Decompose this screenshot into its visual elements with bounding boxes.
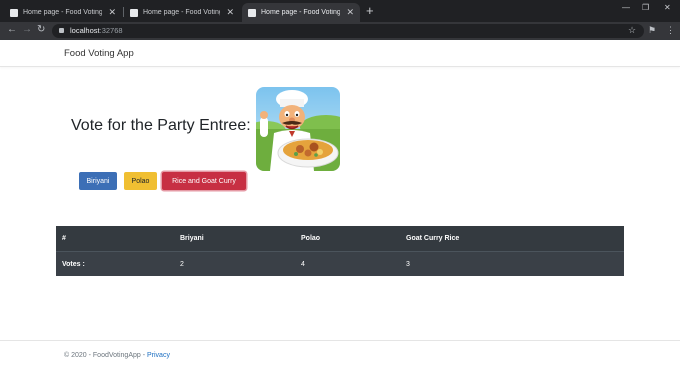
chef-biryani-image bbox=[256, 87, 340, 171]
address-bar[interactable]: localhost:32768 bbox=[52, 24, 644, 38]
table-row: Votes : 2 4 3 bbox=[56, 251, 624, 276]
bookmark-star-icon[interactable]: ☆ bbox=[628, 25, 636, 36]
table-cell: 2 bbox=[180, 261, 184, 268]
vote-polao-button[interactable]: Polao bbox=[124, 172, 157, 190]
url-host: localhost bbox=[70, 26, 100, 35]
table-header-cell: # bbox=[62, 235, 66, 242]
page-icon bbox=[130, 8, 138, 17]
page-footer: © 2020 - FoodVotingApp - Privacy bbox=[0, 340, 680, 366]
privacy-link[interactable]: Privacy bbox=[147, 352, 170, 359]
new-tab-icon[interactable]: + bbox=[366, 3, 374, 18]
table-header-cell: Goat Curry Rice bbox=[406, 235, 460, 242]
vote-biriyani-button[interactable]: Biriyani bbox=[79, 172, 117, 190]
browser-tab-active[interactable]: Home page - Food Voting ✕ bbox=[242, 3, 360, 22]
reload-icon[interactable]: ↻ bbox=[37, 24, 45, 35]
close-icon[interactable]: ✕ bbox=[226, 7, 234, 18]
browser-tab-bar: Home page - Food Voting ✕ Home page - Fo… bbox=[0, 0, 680, 22]
app-navbar: Food Voting App bbox=[0, 40, 680, 67]
minimize-icon[interactable]: — bbox=[622, 3, 630, 12]
votes-table: # Briyani Polao Goat Curry Rice Votes : … bbox=[56, 226, 624, 276]
tab-title: Home page - Food Voting bbox=[261, 9, 341, 16]
page-heading: Vote for the Party Entree: bbox=[71, 117, 251, 134]
menu-dots-icon[interactable]: ⋮ bbox=[666, 25, 675, 36]
table-cell: 3 bbox=[406, 261, 410, 268]
browser-toolbar: ← → ↻ localhost:32768 ☆ ⚑ ⋮ bbox=[0, 22, 680, 40]
close-icon[interactable]: ✕ bbox=[346, 7, 354, 18]
table-header-cell: Briyani bbox=[180, 235, 204, 242]
forward-arrow-icon[interactable]: → bbox=[22, 24, 32, 35]
tab-title: Home page - Food Voting bbox=[143, 9, 221, 16]
vote-rice-and-goat-curry-button[interactable]: Rice and Goat Curry bbox=[162, 172, 246, 190]
url-text: localhost:32768 bbox=[70, 26, 123, 35]
page-icon bbox=[10, 8, 18, 17]
url-port: :32768 bbox=[99, 26, 123, 35]
close-icon[interactable]: ✕ bbox=[108, 7, 116, 18]
brand-link[interactable]: Food Voting App bbox=[64, 48, 134, 59]
page-icon bbox=[248, 8, 256, 17]
browser-tab[interactable]: Home page - Food Voting ✕ bbox=[124, 3, 240, 22]
lock-icon bbox=[59, 28, 64, 33]
footer-text: © 2020 - FoodVotingApp - Privacy bbox=[64, 352, 170, 359]
table-row-label: Votes : bbox=[62, 261, 85, 268]
tab-title: Home page - Food Voting bbox=[23, 9, 103, 16]
restore-icon[interactable]: ❐ bbox=[642, 3, 649, 12]
table-header-row: # Briyani Polao Goat Curry Rice bbox=[56, 226, 624, 251]
back-arrow-icon[interactable]: ← bbox=[7, 24, 17, 35]
browser-tab[interactable]: Home page - Food Voting ✕ bbox=[4, 3, 122, 22]
extensions-icon[interactable]: ⚑ bbox=[648, 25, 656, 36]
table-header-cell: Polao bbox=[301, 235, 321, 242]
table-cell: 4 bbox=[301, 261, 305, 268]
window-close-icon[interactable]: ✕ bbox=[664, 3, 671, 12]
copyright-text: © 2020 - FoodVotingApp - bbox=[64, 352, 147, 359]
